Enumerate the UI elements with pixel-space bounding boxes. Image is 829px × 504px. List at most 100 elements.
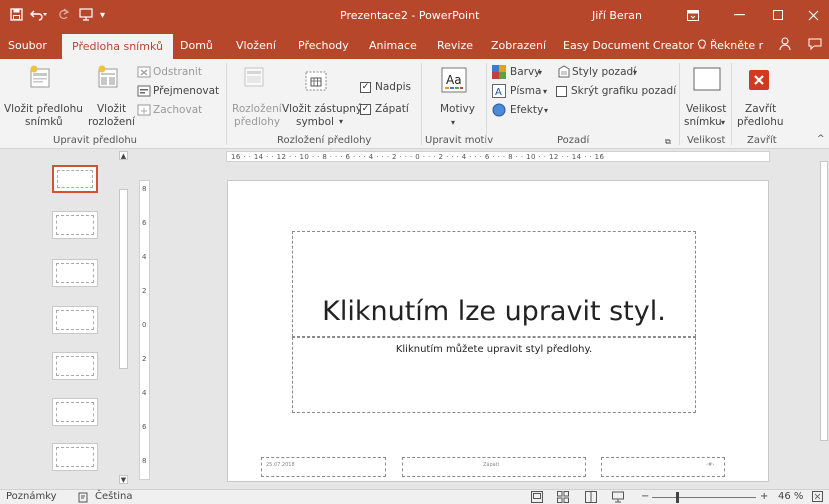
footers-checkbox[interactable]: ✓: [360, 104, 371, 115]
effects-dropdown-icon[interactable]: ▾: [544, 104, 548, 117]
user-name[interactable]: Jiří Beran: [592, 9, 642, 22]
customize-toolbar-icon[interactable]: ▾: [100, 10, 105, 21]
slideshow-view-icon[interactable]: [612, 491, 624, 504]
redo-icon[interactable]: [58, 8, 70, 25]
thumbnails-scrollbar[interactable]: ▲ ▼: [117, 149, 130, 489]
preserve-icon[interactable]: [137, 103, 151, 117]
tab-revize[interactable]: Revize: [437, 39, 473, 52]
undo-icon[interactable]: [30, 8, 48, 25]
comments-icon[interactable]: [808, 38, 822, 53]
effects-icon[interactable]: [492, 103, 506, 117]
tell-me-icon[interactable]: [697, 39, 707, 53]
tab-animace[interactable]: Animace: [369, 39, 417, 52]
rename-label[interactable]: Přejmenovat: [153, 85, 219, 98]
themes-dropdown-icon[interactable]: ▾: [451, 116, 455, 129]
body-placeholder[interactable]: Kliknutím můžete upravit styl předlohy.: [292, 337, 696, 413]
slide-vertical-scrollbar[interactable]: [819, 149, 829, 489]
effects-label[interactable]: Efekty: [510, 104, 543, 117]
thumbnail-layout-section[interactable]: [52, 306, 98, 334]
thumbnail-layout-title-only[interactable]: [52, 443, 98, 471]
slide-size-dropdown-icon[interactable]: ▾: [721, 116, 725, 129]
background-styles-icon[interactable]: [557, 65, 571, 79]
tell-me-search[interactable]: Řekněte r: [710, 39, 763, 52]
hide-background-graphics-label[interactable]: Skrýt grafiku pozadí: [571, 85, 676, 98]
insert-slide-master-icon[interactable]: [28, 65, 52, 89]
slide-size-icon[interactable]: [693, 65, 721, 93]
tab-vlozeni[interactable]: Vložení: [236, 39, 276, 52]
slide-canvas[interactable]: Kliknutím lze upravit styl. Kliknutím mů…: [227, 180, 769, 482]
reading-view-icon[interactable]: [585, 491, 597, 504]
fit-to-window-icon[interactable]: [812, 491, 823, 504]
insert-placeholder-label-1[interactable]: Vložit zástupný: [282, 103, 362, 116]
colors-icon[interactable]: [492, 65, 506, 79]
hide-background-graphics-checkbox[interactable]: ✓: [556, 86, 567, 97]
thumbnail-layout-title-content[interactable]: [52, 259, 98, 287]
themes-label[interactable]: Motivy: [440, 103, 475, 116]
insert-layout-icon[interactable]: [96, 65, 120, 89]
tab-soubor[interactable]: Soubor: [8, 39, 47, 52]
delete-label[interactable]: Odstranit: [153, 66, 202, 79]
zoom-slider[interactable]: [652, 497, 756, 498]
thumbnails-scroll-thumb[interactable]: [119, 189, 128, 369]
master-layout-label-2[interactable]: předlohy: [234, 116, 280, 129]
insert-layout-label-2[interactable]: rozložení: [88, 116, 135, 129]
zoom-level[interactable]: 46 %: [778, 491, 803, 502]
fonts-dropdown-icon[interactable]: ▾: [543, 85, 547, 98]
thumbnail-slide-master[interactable]: [52, 165, 98, 193]
thumbnail-layout-comparison[interactable]: [52, 398, 98, 426]
language-status[interactable]: Čeština: [95, 491, 133, 502]
accessibility-icon[interactable]: [78, 492, 89, 504]
fonts-label[interactable]: Písma: [510, 85, 541, 98]
footers-checkbox-label[interactable]: Zápatí: [375, 103, 409, 116]
start-from-beginning-icon[interactable]: [79, 8, 93, 25]
zoom-in-icon[interactable]: +: [760, 491, 768, 502]
share-person-icon[interactable]: [779, 37, 792, 54]
normal-view-icon[interactable]: [531, 491, 543, 504]
vertical-ruler[interactable]: 8 6 4 2 0 2 4 6 8: [139, 180, 150, 480]
insert-placeholder-label-2[interactable]: symbol: [296, 116, 334, 129]
date-placeholder[interactable]: 25.07.2018: [261, 457, 386, 477]
slide-size-label-2[interactable]: snímku: [684, 116, 722, 129]
save-icon[interactable]: [10, 8, 23, 25]
scroll-down-icon[interactable]: ▼: [119, 475, 128, 484]
tab-easy-document-creator[interactable]: Easy Document Creator: [563, 39, 694, 52]
close-master-view-label-1[interactable]: Zavřít: [745, 103, 776, 116]
insert-layout-label-1[interactable]: Vložit: [97, 103, 126, 116]
title-placeholder[interactable]: Kliknutím lze upravit styl.: [292, 231, 696, 337]
background-styles-label[interactable]: Styly pozadí: [572, 66, 636, 79]
slide-sorter-view-icon[interactable]: [557, 491, 569, 504]
master-layout-icon[interactable]: [242, 65, 266, 89]
close-master-view-icon[interactable]: [748, 69, 770, 91]
minimize-icon[interactable]: [724, 4, 754, 26]
delete-icon[interactable]: [137, 65, 151, 79]
tab-predloha-snimku[interactable]: Předloha snímků: [62, 34, 173, 59]
background-dialog-launcher-icon[interactable]: ⧉: [665, 135, 671, 148]
footer-placeholder[interactable]: Zápatí: [402, 457, 586, 477]
notes-button[interactable]: Poznámky: [6, 491, 57, 502]
zoom-slider-handle[interactable]: [676, 492, 679, 503]
insert-slide-master-label-2[interactable]: snímků: [25, 116, 63, 129]
maximize-icon[interactable]: [763, 4, 793, 26]
thumbnail-layout-two-content[interactable]: [52, 352, 98, 380]
slide-size-label-1[interactable]: Velikost: [686, 103, 726, 116]
insert-slide-master-label-1[interactable]: Vložit předlohu: [4, 103, 83, 116]
title-checkbox[interactable]: ✓: [360, 82, 371, 93]
insert-placeholder-dropdown-icon[interactable]: ▾: [339, 115, 343, 128]
zoom-out-icon[interactable]: −: [641, 491, 649, 502]
background-styles-dropdown-icon[interactable]: ▾: [633, 66, 637, 79]
slide-number-placeholder[interactable]: ‹#›: [601, 457, 725, 477]
tab-domu[interactable]: Domů: [180, 39, 213, 52]
title-checkbox-label[interactable]: Nadpis: [375, 81, 411, 94]
themes-icon[interactable]: Aa: [441, 67, 467, 93]
ribbon-display-options-icon[interactable]: [678, 4, 708, 26]
close-icon[interactable]: [798, 4, 828, 26]
horizontal-ruler[interactable]: 16 · · 14 · · 12 · · 10 · · 8 · · · 6 · …: [226, 151, 770, 162]
close-master-view-label-2[interactable]: předlohu: [737, 116, 784, 129]
master-layout-label-1[interactable]: Rozložení: [232, 103, 282, 116]
tab-zobrazeni[interactable]: Zobrazení: [491, 39, 546, 52]
slide-scroll-thumb[interactable]: [820, 161, 828, 441]
thumbnail-layout-title[interactable]: [52, 211, 98, 239]
rename-icon[interactable]: [137, 84, 151, 98]
tab-prechody[interactable]: Přechody: [298, 39, 349, 52]
collapse-ribbon-icon[interactable]: ^: [817, 133, 825, 146]
